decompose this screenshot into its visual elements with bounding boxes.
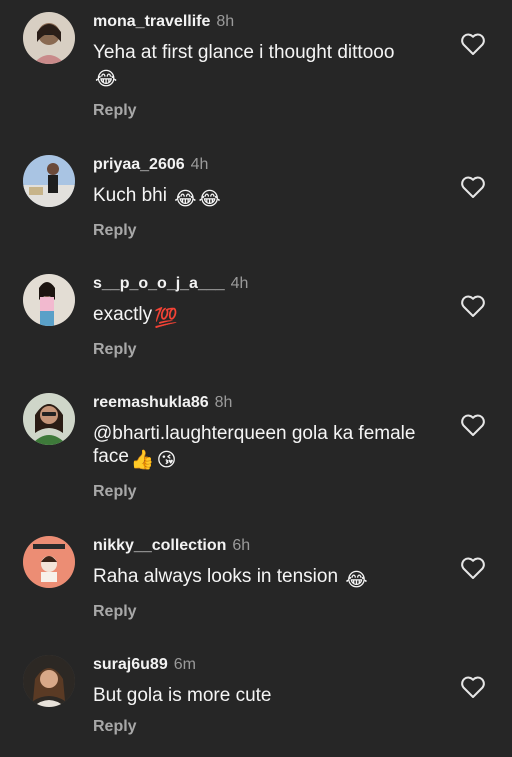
heart-icon[interactable] [460, 175, 486, 199]
reply-button[interactable]: Reply [93, 602, 452, 622]
username[interactable]: nikky__collection [93, 537, 226, 554]
comment-text: But gola is more cute [93, 684, 452, 707]
avatar[interactable] [23, 155, 75, 207]
comment-text-content: exactly [93, 304, 153, 325]
username[interactable]: priyaa_2606 [93, 156, 185, 173]
laughing-emoji: 😂 [345, 570, 368, 591]
comment-text-content: Yeha at first glance i thought dittooo [93, 42, 395, 63]
timestamp: 8h [214, 394, 233, 411]
reply-button[interactable]: Reply [93, 101, 452, 121]
avatar[interactable] [23, 393, 75, 445]
timestamp: 4h [190, 156, 209, 173]
reply-button[interactable]: Reply [93, 482, 452, 502]
timestamp: 4h [230, 275, 249, 292]
comment-text: Yeha at first glance i thought dittooo 😂 [93, 41, 452, 91]
username[interactable]: mona_travellife [93, 13, 210, 30]
heart-icon[interactable] [460, 675, 486, 699]
heart-icon[interactable] [460, 413, 486, 437]
username[interactable]: reemashukla86 [93, 394, 209, 411]
timestamp: 6h [232, 537, 251, 554]
comment-text: Raha always looks in tension 😂 [93, 565, 452, 592]
comment-text-content: But gola is more cute [93, 685, 272, 706]
laughing-emoji: 😂 [198, 189, 221, 210]
laughing-emoji: 😂 [174, 189, 197, 210]
reply-button[interactable]: Reply [93, 717, 452, 737]
heart-icon[interactable] [460, 294, 486, 318]
comment-text-content: Kuch bhi [93, 185, 167, 206]
timestamp: 8h [216, 13, 235, 30]
timestamp: 6m [173, 656, 196, 673]
laughing-emoji: 😂 [95, 69, 118, 90]
thumbs-up-emoji: 👍 [130, 450, 155, 471]
avatar[interactable] [23, 274, 75, 326]
comment-text: exactly 💯 [93, 303, 452, 330]
heart-icon[interactable] [460, 556, 486, 580]
avatar[interactable] [23, 655, 75, 707]
avatar[interactable] [23, 536, 75, 588]
avatar[interactable] [23, 12, 75, 64]
kiss-emoji: 😘 [156, 450, 177, 471]
hundred-points-emoji: 💯 [154, 308, 178, 329]
comment-text: Kuch bhi 😂 😂 [93, 184, 452, 211]
comment-text-content: Raha always looks in tension [93, 566, 339, 587]
username[interactable]: s__p_o_o_j_a___ [93, 275, 225, 292]
reply-button[interactable]: Reply [93, 221, 452, 241]
reply-button[interactable]: Reply [93, 340, 452, 360]
heart-icon[interactable] [460, 32, 486, 56]
username[interactable]: suraj6u89 [93, 656, 168, 673]
comments-list: mona_travellife 8h Yeha at first glance i… [0, 0, 512, 757]
comment-text: @bharti.laughterqueen gola ka female fac… [93, 422, 452, 472]
